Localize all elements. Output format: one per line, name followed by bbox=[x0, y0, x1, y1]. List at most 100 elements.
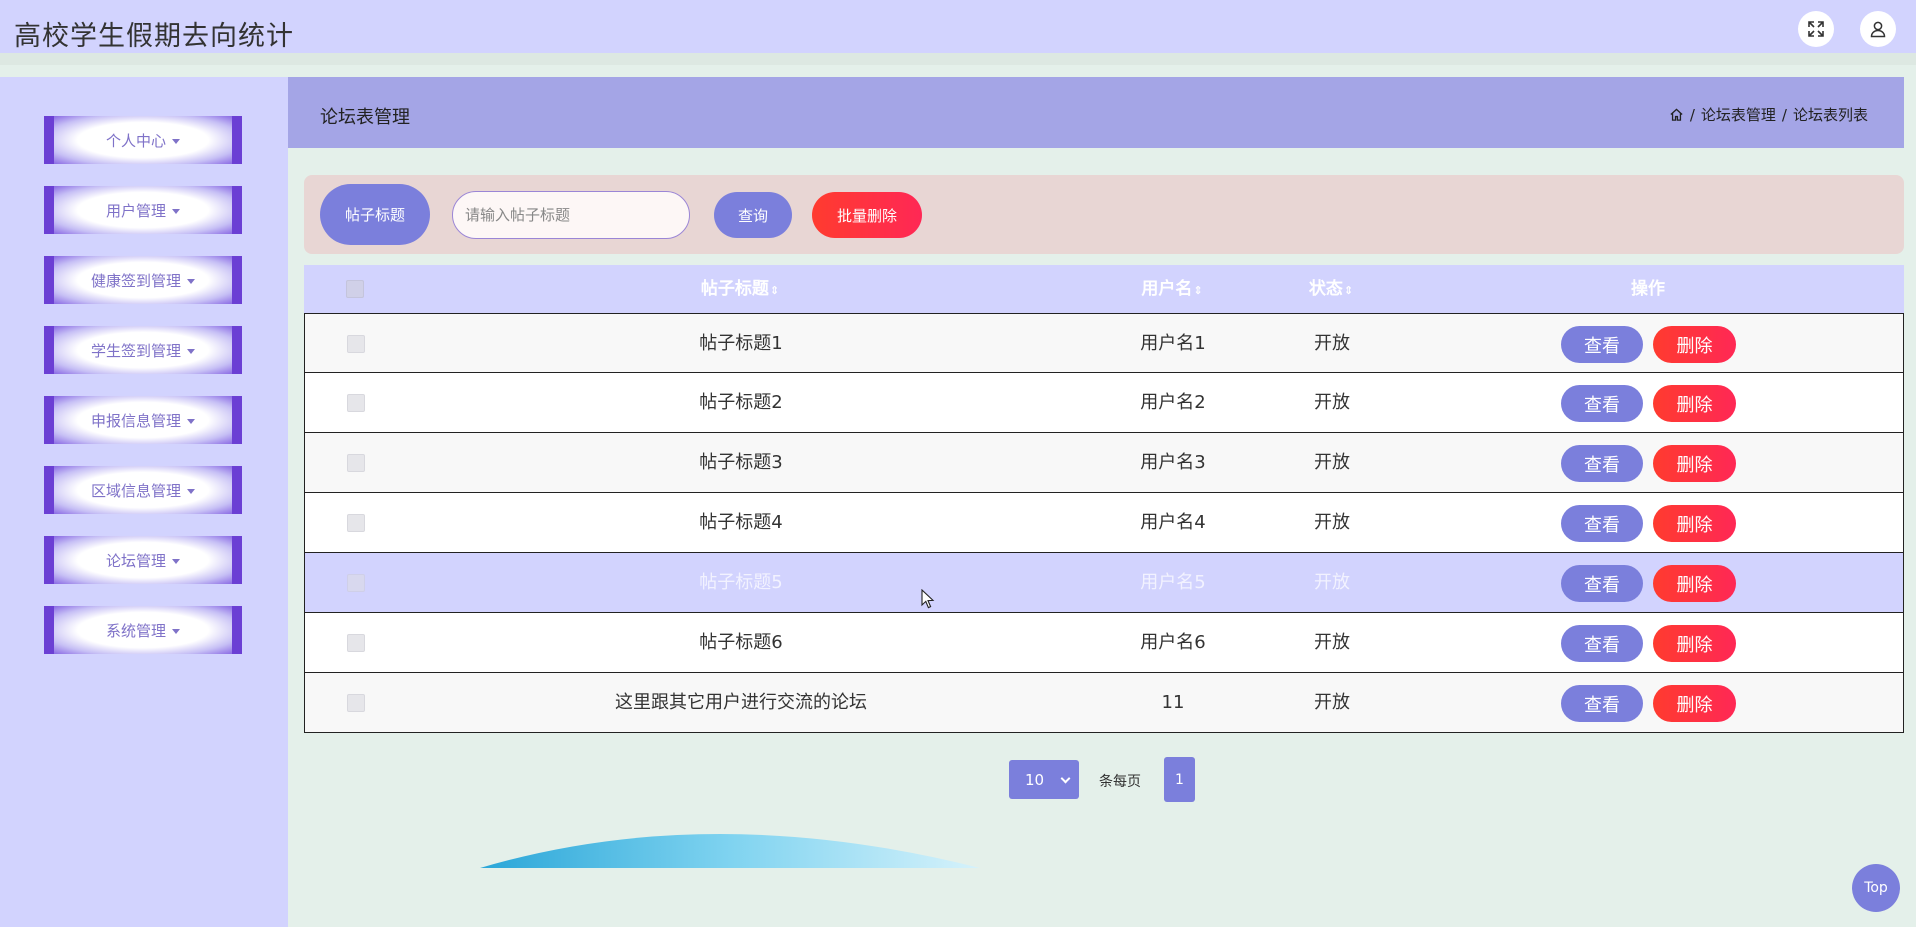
top-header: 高校学生假期去向统计 bbox=[0, 0, 1916, 65]
sort-icon[interactable]: ⇕ bbox=[1193, 284, 1202, 297]
row-checkbox[interactable] bbox=[347, 514, 365, 532]
caret-down-icon bbox=[187, 278, 195, 284]
sidebar-item-user-management[interactable]: 用户管理 bbox=[44, 186, 242, 234]
delete-button[interactable]: 删除 bbox=[1653, 445, 1736, 482]
breadcrumb-separator: / bbox=[1689, 105, 1695, 124]
search-panel: 帖子标题 查询 批量删除 bbox=[304, 175, 1904, 254]
table-row[interactable]: 帖子标题4 用户名4 开放 查看 删除 bbox=[304, 493, 1904, 553]
table-row[interactable]: 帖子标题6 用户名6 开放 查看 删除 bbox=[304, 613, 1904, 673]
cell-title: 帖子标题1 bbox=[699, 333, 783, 354]
table-row[interactable]: 帖子标题2 用户名2 开放 查看 删除 bbox=[304, 373, 1904, 433]
delete-button[interactable]: 删除 bbox=[1653, 326, 1736, 363]
cell-username: 用户名5 bbox=[1140, 572, 1206, 593]
fullscreen-button[interactable] bbox=[1798, 11, 1834, 47]
sidebar-item-label: 用户管理 bbox=[105, 201, 166, 220]
column-header-username[interactable]: 用户名⇕ bbox=[1141, 265, 1202, 313]
mouse-cursor-icon bbox=[921, 589, 935, 609]
caret-down-icon bbox=[187, 348, 195, 354]
cell-username: 用户名4 bbox=[1140, 512, 1206, 533]
decorative-wave bbox=[480, 820, 980, 868]
column-header-status[interactable]: 状态⇕ bbox=[1309, 265, 1353, 313]
row-checkbox[interactable] bbox=[347, 574, 365, 592]
table-row[interactable]: 帖子标题3 用户名3 开放 查看 删除 bbox=[304, 433, 1904, 493]
delete-button[interactable]: 删除 bbox=[1653, 385, 1736, 422]
breadcrumb-separator: / bbox=[1781, 105, 1787, 124]
sidebar-item-label: 个人中心 bbox=[105, 131, 166, 150]
row-checkbox[interactable] bbox=[347, 634, 365, 652]
chevron-down-icon bbox=[1060, 773, 1071, 784]
sidebar-item-label: 论坛管理 bbox=[105, 551, 166, 570]
sidebar: 个人中心 用户管理 健康签到管理 学生签到管理 申报信息管理 区域信息管理 论坛… bbox=[0, 77, 288, 927]
page-size-value: 10 bbox=[1025, 770, 1045, 789]
breadcrumb-item[interactable]: 论坛表管理 bbox=[1701, 104, 1776, 125]
app-title: 高校学生假期去向统计 bbox=[14, 21, 294, 52]
view-button[interactable]: 查看 bbox=[1561, 685, 1643, 722]
table-header: 帖子标题⇕ 用户名⇕ 状态⇕ 操作 bbox=[304, 265, 1904, 313]
breadcrumb: / 论坛表管理 / 论坛表列表 bbox=[1669, 104, 1868, 125]
column-header-title[interactable]: 帖子标题⇕ bbox=[701, 265, 779, 313]
caret-down-icon bbox=[172, 628, 180, 634]
cell-username: 用户名3 bbox=[1140, 452, 1206, 473]
row-checkbox[interactable] bbox=[347, 694, 365, 712]
home-icon[interactable] bbox=[1669, 107, 1684, 122]
cell-status: 开放 bbox=[1314, 452, 1350, 473]
sidebar-item-forum-management[interactable]: 论坛管理 bbox=[44, 536, 242, 584]
cell-title: 帖子标题3 bbox=[699, 452, 783, 473]
sidebar-item-declaration-info[interactable]: 申报信息管理 bbox=[44, 396, 242, 444]
caret-down-icon bbox=[187, 418, 195, 424]
sidebar-item-label: 申报信息管理 bbox=[90, 411, 181, 430]
row-checkbox[interactable] bbox=[347, 335, 365, 353]
cell-username: 用户名2 bbox=[1140, 392, 1206, 413]
column-header-actions: 操作 bbox=[1631, 279, 1665, 299]
sidebar-item-system-management[interactable]: 系统管理 bbox=[44, 606, 242, 654]
page-title: 论坛表管理 bbox=[320, 107, 410, 128]
sidebar-item-personal-center[interactable]: 个人中心 bbox=[44, 116, 242, 164]
view-button[interactable]: 查看 bbox=[1561, 505, 1643, 542]
cell-status: 开放 bbox=[1314, 512, 1350, 533]
sidebar-item-student-checkin[interactable]: 学生签到管理 bbox=[44, 326, 242, 374]
sidebar-item-health-checkin[interactable]: 健康签到管理 bbox=[44, 256, 242, 304]
sort-icon[interactable]: ⇕ bbox=[770, 284, 779, 297]
table-row[interactable]: 帖子标题5 用户名5 开放 查看 删除 bbox=[304, 553, 1904, 613]
user-button[interactable] bbox=[1860, 11, 1896, 47]
table-row[interactable]: 这里跟其它用户进行交流的论坛 11 开放 查看 删除 bbox=[304, 673, 1904, 733]
sidebar-item-label: 系统管理 bbox=[105, 621, 166, 640]
view-button[interactable]: 查看 bbox=[1561, 625, 1643, 662]
search-input[interactable] bbox=[452, 191, 690, 239]
sort-icon[interactable]: ⇕ bbox=[1344, 284, 1353, 297]
view-button[interactable]: 查看 bbox=[1561, 445, 1643, 482]
cell-status: 开放 bbox=[1314, 632, 1350, 653]
caret-down-icon bbox=[172, 138, 180, 144]
view-button[interactable]: 查看 bbox=[1561, 326, 1643, 363]
table-row[interactable]: 帖子标题1 用户名1 开放 查看 删除 bbox=[304, 313, 1904, 373]
query-button[interactable]: 查询 bbox=[714, 192, 792, 238]
view-button[interactable]: 查看 bbox=[1561, 565, 1643, 602]
page-header: 论坛表管理 / 论坛表管理 / 论坛表列表 bbox=[288, 77, 1904, 148]
forum-table: 帖子标题⇕ 用户名⇕ 状态⇕ 操作 帖子标题1 用户名1 开放 查看 删除 帖子… bbox=[304, 265, 1904, 733]
fullscreen-icon bbox=[1808, 21, 1824, 37]
sidebar-item-label: 区域信息管理 bbox=[90, 481, 181, 500]
per-page-label: 条每页 bbox=[1099, 774, 1141, 790]
cell-title: 帖子标题5 bbox=[699, 572, 783, 593]
back-to-top-button[interactable]: Top bbox=[1852, 864, 1900, 912]
sidebar-item-region-info[interactable]: 区域信息管理 bbox=[44, 466, 242, 514]
batch-delete-button[interactable]: 批量删除 bbox=[812, 192, 922, 238]
cell-username: 用户名6 bbox=[1140, 632, 1206, 653]
row-checkbox[interactable] bbox=[347, 454, 365, 472]
delete-button[interactable]: 删除 bbox=[1653, 685, 1736, 722]
cell-title: 帖子标题4 bbox=[699, 512, 783, 533]
sidebar-item-label: 健康签到管理 bbox=[90, 271, 181, 290]
delete-button[interactable]: 删除 bbox=[1653, 505, 1736, 542]
cell-username: 用户名1 bbox=[1140, 333, 1206, 354]
page-size-select[interactable]: 10 bbox=[1009, 760, 1079, 799]
delete-button[interactable]: 删除 bbox=[1653, 565, 1736, 602]
breadcrumb-item: 论坛表列表 bbox=[1792, 106, 1868, 124]
select-all-checkbox[interactable] bbox=[346, 280, 364, 298]
delete-button[interactable]: 删除 bbox=[1653, 625, 1736, 662]
view-button[interactable]: 查看 bbox=[1561, 385, 1643, 422]
search-label: 帖子标题 bbox=[320, 184, 430, 245]
row-checkbox[interactable] bbox=[347, 394, 365, 412]
cell-status: 开放 bbox=[1314, 692, 1350, 713]
caret-down-icon bbox=[172, 208, 180, 214]
page-number-button[interactable]: 1 bbox=[1164, 757, 1195, 802]
